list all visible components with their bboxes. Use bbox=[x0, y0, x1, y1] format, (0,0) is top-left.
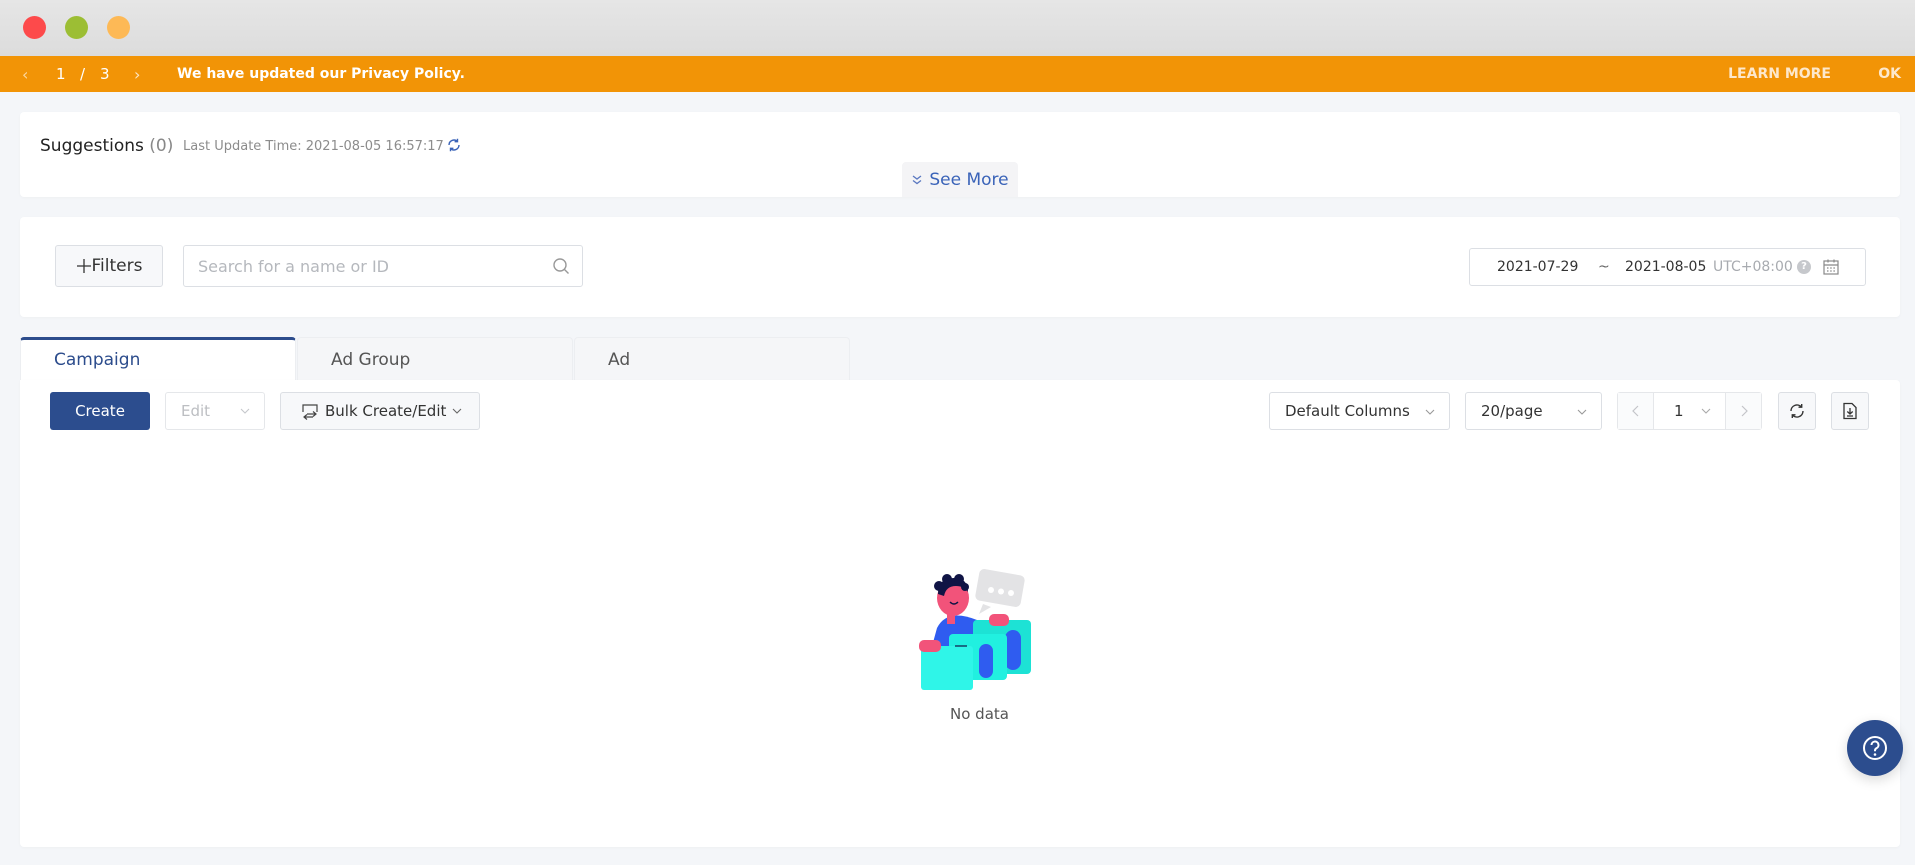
see-more-label: See More bbox=[929, 169, 1009, 190]
banner-total-pages: 3 bbox=[100, 65, 110, 83]
question-circle-icon bbox=[1863, 736, 1887, 760]
chevron-left-icon bbox=[1631, 405, 1638, 417]
bulk-create-edit-dropdown[interactable]: Bulk Create/Edit bbox=[280, 392, 480, 430]
no-data-label: No data bbox=[950, 705, 1009, 723]
empty-illustration bbox=[919, 569, 1031, 690]
add-filters-button[interactable]: Filters bbox=[55, 245, 163, 287]
banner-ok-button[interactable]: OK bbox=[1878, 56, 1901, 92]
bulk-label: Bulk Create/Edit bbox=[325, 402, 447, 420]
banner-page-separator: / bbox=[80, 65, 86, 83]
timezone-label: UTC+08:00 bbox=[1713, 259, 1793, 275]
see-more-button[interactable]: ⸬ See More bbox=[902, 162, 1018, 197]
pagination: 1 bbox=[1617, 392, 1762, 430]
window-titlebar bbox=[0, 0, 1915, 56]
search-box bbox=[183, 245, 583, 287]
tab-ad[interactable]: Ad bbox=[574, 337, 850, 381]
export-button[interactable] bbox=[1831, 392, 1869, 430]
chevron-right-icon bbox=[1741, 405, 1748, 417]
refresh-icon bbox=[1790, 404, 1804, 418]
search-icon[interactable] bbox=[552, 257, 570, 275]
end-date[interactable]: 2021-08-05 bbox=[1625, 259, 1706, 275]
maximize-window-button[interactable] bbox=[107, 16, 130, 39]
next-page-button[interactable] bbox=[1726, 393, 1761, 429]
prev-page-button[interactable] bbox=[1618, 393, 1653, 429]
suggestions-count: (0) bbox=[149, 136, 174, 156]
plus-icon bbox=[76, 259, 91, 273]
chevron-down-icon bbox=[1701, 408, 1711, 414]
help-button[interactable] bbox=[1847, 720, 1903, 776]
help-circle-icon[interactable]: ? bbox=[1797, 260, 1811, 274]
suggestions-title-text: Suggestions bbox=[40, 136, 144, 156]
privacy-banner: ‹ 1 / 3 › We have updated our Privacy Po… bbox=[0, 56, 1915, 92]
chevron-down-icon bbox=[452, 408, 462, 414]
entity-tabs: Campaign Ad Group Ad bbox=[20, 337, 851, 381]
chevron-left-icon[interactable]: ‹ bbox=[22, 56, 28, 92]
tab-ad-group[interactable]: Ad Group bbox=[297, 337, 573, 381]
chevron-down-icon bbox=[1425, 409, 1435, 415]
search-input[interactable] bbox=[198, 246, 538, 286]
banner-message: We have updated our Privacy Policy. bbox=[177, 66, 465, 82]
date-separator: ~ bbox=[1598, 259, 1610, 275]
page-size-value: 20/page bbox=[1481, 402, 1543, 420]
minimize-window-button[interactable] bbox=[65, 16, 88, 39]
chevron-right-icon[interactable]: › bbox=[134, 56, 140, 92]
columns-select-value: Default Columns bbox=[1285, 402, 1410, 420]
suggestions-title: Suggestions (0) bbox=[40, 136, 173, 156]
chevron-down-icon bbox=[1577, 409, 1587, 415]
current-page-value: 1 bbox=[1674, 402, 1684, 420]
page-size-select[interactable]: 20/page bbox=[1465, 392, 1602, 430]
learn-more-link[interactable]: LEARN MORE bbox=[1728, 56, 1831, 92]
columns-select[interactable]: Default Columns bbox=[1269, 392, 1450, 430]
calendar-icon[interactable] bbox=[1822, 258, 1840, 276]
filters-card: Filters 2021-07-29 ~ 2021-08-05 UTC+08:0… bbox=[20, 217, 1900, 317]
suggestions-card: Suggestions (0) Last Update Time: 2021-0… bbox=[20, 112, 1900, 197]
double-chevron-down-icon-svg bbox=[912, 174, 922, 184]
campaign-panel: Create Edit Bulk Create/Edit Default Col… bbox=[20, 380, 1900, 847]
page-number-select[interactable]: 1 bbox=[1653, 393, 1726, 429]
download-file-icon bbox=[1843, 402, 1857, 420]
last-update-time: Last Update Time: 2021-08-05 16:57:17 bbox=[183, 139, 444, 154]
edit-dropdown[interactable]: Edit bbox=[165, 392, 265, 430]
chevron-down-icon bbox=[240, 408, 250, 414]
create-button[interactable]: Create bbox=[50, 392, 150, 430]
edit-label: Edit bbox=[181, 402, 211, 420]
start-date[interactable]: 2021-07-29 bbox=[1497, 259, 1578, 275]
bulk-transfer-icon bbox=[302, 404, 318, 420]
tab-campaign[interactable]: Campaign bbox=[20, 337, 296, 381]
banner-current-page: 1 bbox=[56, 65, 66, 83]
close-window-button[interactable] bbox=[23, 16, 46, 39]
refresh-icon[interactable] bbox=[446, 137, 462, 153]
date-range-picker[interactable]: 2021-07-29 ~ 2021-08-05 UTC+08:00 ? bbox=[1469, 248, 1866, 286]
add-filters-label: Filters bbox=[91, 256, 143, 276]
refresh-table-button[interactable] bbox=[1778, 392, 1816, 430]
empty-state: No data bbox=[898, 568, 1061, 723]
